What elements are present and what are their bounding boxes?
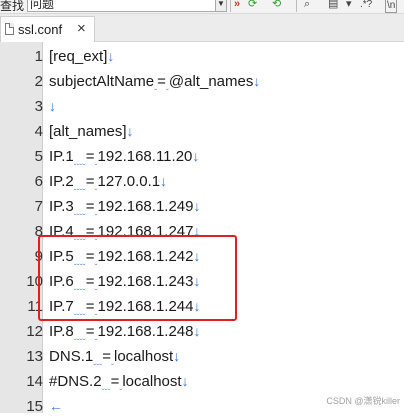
line-text: #DNS.2ˬˬˬ=ˬlocalhost [49, 373, 182, 390]
line-text: subjectAltNameˬ=ˬ@alt_names [49, 73, 254, 90]
line-number: 11 [27, 298, 43, 315]
line-number: 1 [34, 48, 43, 65]
code-line[interactable]: 14 #DNS.2ˬˬˬ=ˬlocalhost↓ [0, 369, 404, 394]
line-content: IP.8ˬˬˬˬ=ˬ192.168.1.248↓ [49, 319, 200, 346]
find-label: 查找 [0, 0, 25, 13]
code-line[interactable]: 7 IP.3ˬˬˬˬ=ˬ192.168.1.249↓ [0, 194, 404, 219]
find-toolbar: 查找 问题 ▼ » ⟳ ⟲ ⌕ ▤ ▾ .*? \n [0, 0, 404, 14]
code-line[interactable]: 12 IP.8ˬˬˬˬ=ˬ192.168.1.248↓ [0, 319, 404, 344]
end-of-line-icon: ↓ [160, 173, 168, 189]
end-of-line-icon: ← [49, 398, 63, 414]
line-content: IP.2ˬˬˬˬ=ˬ127.0.0.1↓ [49, 169, 167, 196]
line-content: IP.3ˬˬˬˬ=ˬ192.168.1.249↓ [49, 194, 200, 221]
end-of-line-icon: ↓ [193, 198, 201, 214]
end-of-line-icon: ↓ [173, 348, 181, 364]
line-text: [alt_names] [49, 123, 127, 140]
line-content: [alt_names]↓ [49, 119, 134, 144]
line-content: DNS.1ˬˬˬ=ˬlocalhost↓ [49, 344, 180, 371]
line-number: 3 [34, 98, 43, 115]
code-line[interactable]: 4 [alt_names]↓ [0, 119, 404, 144]
chevron-down-icon[interactable]: ▾ [346, 0, 352, 11]
search-icon[interactable]: ⌕ [304, 0, 310, 11]
code-line[interactable]: 13 DNS.1ˬˬˬ=ˬlocalhost↓ [0, 344, 404, 369]
toolbar-divider [230, 0, 231, 12]
find-previous-icon[interactable]: ⟲ [272, 0, 281, 11]
line-number: 2 [34, 73, 43, 90]
line-content: IP.1ˬˬˬˬ=ˬ192.168.11.20↓ [49, 144, 199, 171]
line-text: IP.2ˬˬˬˬ=ˬ127.0.0.1 [49, 173, 161, 190]
find-input[interactable]: 问题 [27, 0, 217, 12]
line-number: 14 [26, 373, 43, 390]
file-icon [5, 23, 14, 35]
line-number: 4 [34, 123, 43, 140]
highlight-box [38, 235, 237, 321]
end-of-line-icon: ↓ [126, 123, 134, 139]
line-number: 13 [26, 348, 43, 365]
code-editor[interactable]: 1 [req_ext]↓ 2 subjectAltNameˬ=ˬ@alt_names↓… [0, 42, 404, 415]
line-content: ← [49, 394, 63, 419]
line-number: 5 [34, 148, 43, 165]
chevron-down-icon[interactable]: ▼ [215, 0, 227, 12]
line-content: [req_ext]↓ [49, 44, 114, 69]
line-number: 10 [26, 273, 43, 290]
code-line[interactable]: 5 IP.1ˬˬˬˬ=ˬ192.168.11.20↓ [0, 144, 404, 169]
line-number: 15 [26, 398, 43, 415]
line-text: IP.3ˬˬˬˬ=ˬ192.168.1.249 [49, 198, 194, 215]
toolbar-divider [296, 0, 297, 12]
line-number: 9 [34, 248, 43, 265]
line-number: 8 [34, 223, 43, 240]
line-number: 7 [34, 198, 43, 215]
code-line[interactable]: 2 subjectAltNameˬ=ˬ@alt_names↓ [0, 69, 404, 94]
code-line[interactable]: 6 IP.2ˬˬˬˬ=ˬ127.0.0.1↓ [0, 169, 404, 194]
end-of-line-icon: ↓ [49, 98, 56, 114]
line-content: ↓ [49, 94, 56, 119]
line-content: #DNS.2ˬˬˬ=ˬlocalhost↓ [49, 369, 189, 396]
tab-strip: ssl.conf × [0, 14, 404, 42]
line-number: 6 [34, 173, 43, 190]
watermark: CSDN @潇锐killer [326, 396, 400, 406]
find-next-icon[interactable]: ⟳ [248, 0, 257, 11]
line-content: subjectAltNameˬ=ˬ@alt_names↓ [49, 69, 260, 96]
end-of-line-icon: ↓ [192, 148, 200, 164]
regex-icon[interactable]: .*? [360, 0, 372, 11]
escape-chars-icon[interactable]: \n [385, 0, 398, 13]
line-text: DNS.1ˬˬˬ=ˬlocalhost [49, 348, 174, 365]
line-text: IP.8ˬˬˬˬ=ˬ192.168.1.248 [49, 323, 194, 340]
line-text: [req_ext] [49, 48, 108, 65]
code-line[interactable]: 1 [req_ext]↓ [0, 44, 404, 69]
code-line[interactable]: 3 ↓ [0, 94, 404, 119]
close-icon[interactable]: × [77, 20, 86, 37]
more-icon[interactable]: » [234, 0, 240, 11]
end-of-line-icon: ↓ [181, 373, 189, 389]
end-of-line-icon: ↓ [107, 48, 115, 64]
tab-ssl-conf[interactable]: ssl.conf × [0, 16, 95, 42]
end-of-line-icon: ↓ [253, 73, 261, 89]
end-of-line-icon: ↓ [193, 323, 201, 339]
line-text: IP.1ˬˬˬˬ=ˬ192.168.11.20 [49, 148, 193, 165]
tab-label: ssl.conf [18, 22, 63, 37]
clipboard-icon[interactable]: ▤ [328, 0, 338, 11]
line-number: 12 [26, 323, 43, 340]
